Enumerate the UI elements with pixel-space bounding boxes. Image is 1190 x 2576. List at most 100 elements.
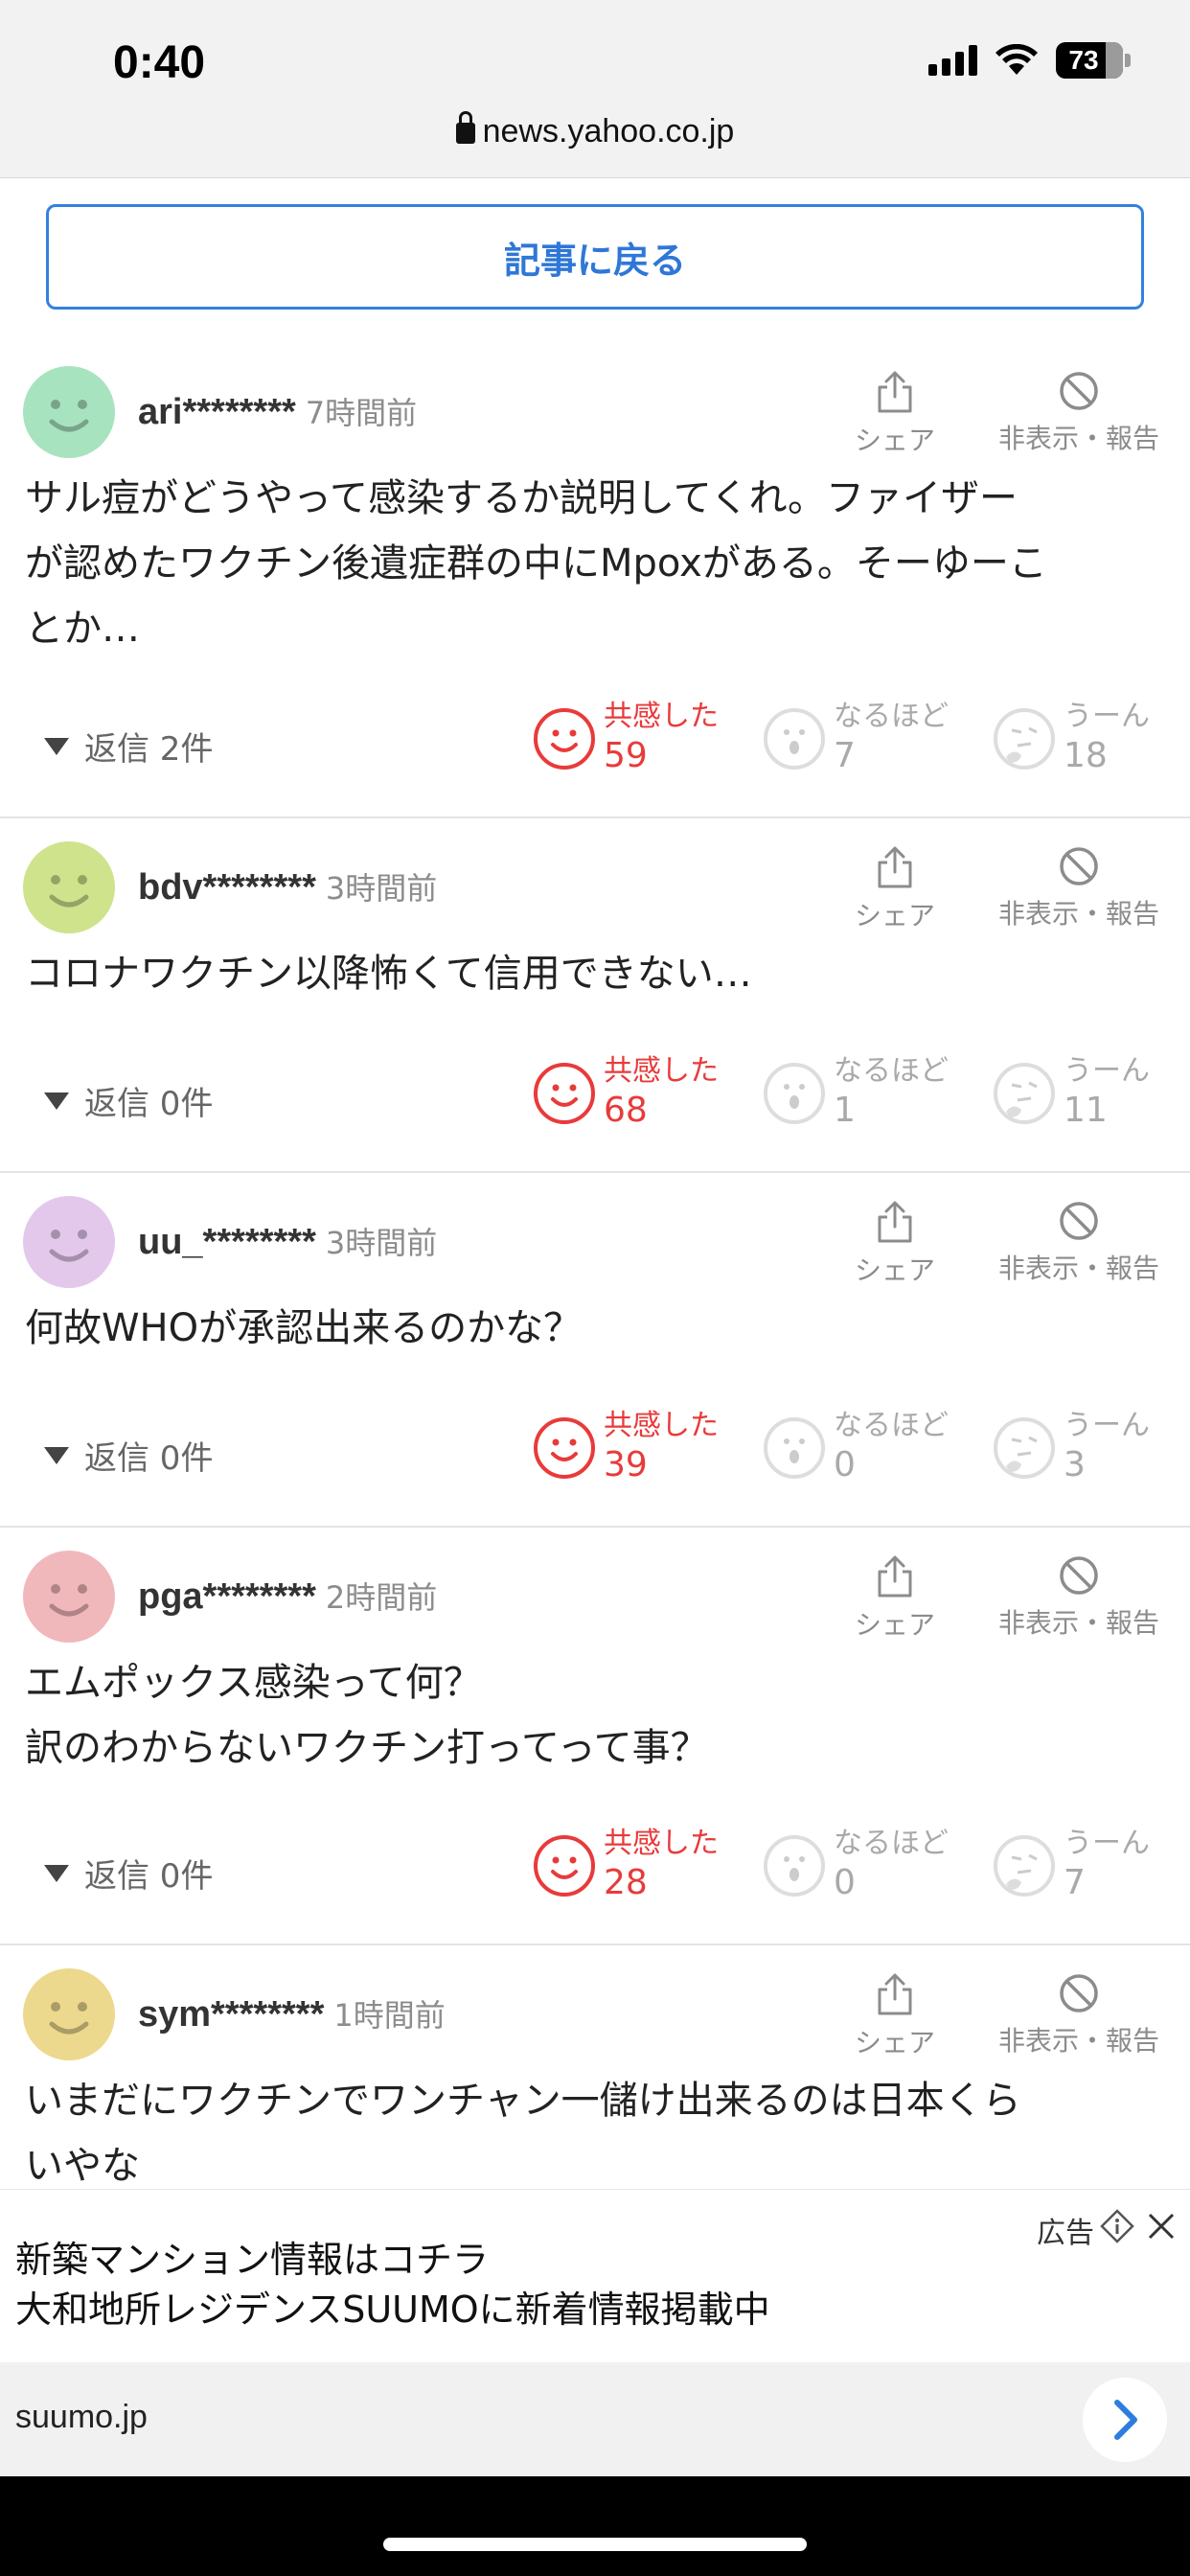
username[interactable]: ari******** 7時間前 bbox=[138, 389, 417, 433]
share-icon bbox=[878, 371, 912, 413]
triangle-down-icon bbox=[44, 1864, 69, 1882]
back-to-article-button[interactable]: 記事に戻る bbox=[46, 204, 1144, 310]
username[interactable]: sym******** 1時間前 bbox=[138, 1991, 446, 2036]
empathy-reaction-button[interactable]: 共感した 28 bbox=[533, 1827, 719, 1905]
ad-banner[interactable]: 広告 新築マンション情報はコチラ 大和地所レジデンスSUUMOに新着情報掲載中 … bbox=[0, 2189, 1190, 2477]
timestamp: 7時間前 bbox=[305, 395, 418, 431]
share-icon bbox=[878, 1201, 912, 1243]
thinking-reaction-icon[interactable] bbox=[993, 1062, 1056, 1125]
avatar[interactable] bbox=[23, 1968, 115, 2060]
uun-label: うーん bbox=[1064, 1054, 1150, 1088]
empathy-count: 59 bbox=[604, 736, 648, 775]
timestamp: 2時間前 bbox=[325, 1579, 438, 1616]
smile-reaction-icon[interactable] bbox=[533, 1062, 596, 1125]
avatar[interactable] bbox=[23, 366, 115, 458]
username[interactable]: bdv******** 3時間前 bbox=[138, 864, 437, 908]
comment-item: pga******** 2時間前 シェア 非表示・報告 エムポックス感染って何？ 訳… bbox=[0, 1530, 1190, 1945]
avatar-face-icon bbox=[23, 1551, 115, 1643]
username[interactable]: uu_******** 3時間前 bbox=[138, 1219, 437, 1263]
empathy-reaction-button[interactable]: 共感した 39 bbox=[533, 1409, 719, 1487]
uun-reaction-button[interactable]: うーん 11 bbox=[993, 1054, 1150, 1133]
replies-toggle[interactable]: 返信 0件 bbox=[44, 1432, 213, 1479]
replies-toggle[interactable]: 返信 0件 bbox=[44, 1850, 213, 1897]
comment-line: いまだにワクチンでワンチャン一儲け出来るのは日本くら bbox=[25, 2079, 1021, 2123]
naruhodo-label: なるほど bbox=[834, 1827, 949, 1860]
naruhodo-reaction-button[interactable]: なるほど 1 bbox=[763, 1054, 949, 1133]
naruhodo-count: 0 bbox=[834, 1863, 856, 1902]
uun-label: うーん bbox=[1064, 1827, 1150, 1860]
uun-reaction-button[interactable]: うーん 18 bbox=[993, 700, 1150, 778]
avatar-face-icon bbox=[23, 1968, 115, 2060]
share-label: シェア bbox=[854, 900, 935, 932]
uun-reaction-button[interactable]: うーん 3 bbox=[993, 1409, 1150, 1487]
smile-reaction-icon[interactable] bbox=[533, 1416, 596, 1480]
hide-report-button[interactable]: 非表示・報告 bbox=[993, 1972, 1165, 2058]
thinking-reaction-icon[interactable] bbox=[993, 1834, 1056, 1898]
naruhodo-reaction-button[interactable]: なるほど 7 bbox=[763, 700, 949, 778]
empathy-reaction-button[interactable]: 共感した 68 bbox=[533, 1054, 719, 1133]
share-button[interactable]: シェア bbox=[843, 1972, 947, 2060]
avatar-face-icon bbox=[23, 1196, 115, 1288]
chevron-right-icon[interactable] bbox=[1083, 2378, 1167, 2462]
comment-text: いまだにワクチンでワンチャン一儲け出来るのは日本くら いやな bbox=[25, 2068, 1171, 2198]
triangle-down-icon bbox=[44, 737, 69, 755]
empathy-count: 28 bbox=[604, 1863, 648, 1902]
share-label: シェア bbox=[854, 425, 935, 456]
avatar-face-icon bbox=[23, 841, 115, 933]
empathy-reaction-button[interactable]: 共感した 59 bbox=[533, 700, 719, 778]
comment-line: エムポックス感染って何？ bbox=[25, 1661, 482, 1705]
hide-report-button[interactable]: 非表示・報告 bbox=[993, 370, 1165, 456]
address-bar[interactable]: news.yahoo.co.jp bbox=[0, 111, 1190, 150]
uun-count: 18 bbox=[1064, 736, 1108, 775]
username[interactable]: pga******** 2時間前 bbox=[138, 1574, 437, 1618]
hide-report-button[interactable]: 非表示・報告 bbox=[993, 845, 1165, 932]
share-button[interactable]: シェア bbox=[843, 845, 947, 933]
battery-icon: 73 bbox=[1056, 42, 1131, 79]
naruhodo-reaction-button[interactable]: なるほど 0 bbox=[763, 1827, 949, 1905]
share-button[interactable]: シェア bbox=[843, 1554, 947, 1643]
uun-reaction-button[interactable]: うーん 7 bbox=[993, 1827, 1150, 1905]
battery-level: 73 bbox=[1068, 45, 1099, 75]
surprised-reaction-icon[interactable] bbox=[763, 707, 826, 770]
share-button[interactable]: シェア bbox=[843, 370, 947, 458]
naruhodo-count: 1 bbox=[834, 1091, 856, 1130]
username-text: uu_******** bbox=[138, 1222, 316, 1262]
close-icon[interactable] bbox=[1144, 2209, 1179, 2243]
thinking-reaction-icon[interactable] bbox=[993, 707, 1056, 770]
empathy-label: 共感した bbox=[604, 1054, 719, 1088]
empathy-label: 共感した bbox=[604, 1409, 719, 1442]
ad-info-icon[interactable] bbox=[1100, 2209, 1134, 2243]
naruhodo-reaction-button[interactable]: なるほど 0 bbox=[763, 1409, 949, 1487]
hide-report-label: 非表示・報告 bbox=[997, 898, 1159, 930]
block-icon bbox=[1060, 847, 1098, 886]
comment-line: 訳のわからないワクチン打ってって事？ bbox=[25, 1726, 709, 1770]
hide-report-button[interactable]: 非表示・報告 bbox=[993, 1200, 1165, 1286]
ad-footer[interactable]: suumo.jp bbox=[0, 2362, 1190, 2477]
home-indicator[interactable] bbox=[383, 2538, 807, 2551]
surprised-reaction-icon[interactable] bbox=[763, 1416, 826, 1480]
replies-toggle[interactable]: 返信 2件 bbox=[44, 723, 213, 770]
clock: 0:40 bbox=[113, 37, 206, 88]
surprised-reaction-icon[interactable] bbox=[763, 1834, 826, 1898]
surprised-reaction-icon[interactable] bbox=[763, 1062, 826, 1125]
avatar[interactable] bbox=[23, 1196, 115, 1288]
smile-reaction-icon[interactable] bbox=[533, 707, 596, 770]
avatar[interactable] bbox=[23, 1551, 115, 1643]
ad-domain: suumo.jp bbox=[15, 2399, 148, 2435]
thinking-reaction-icon[interactable] bbox=[993, 1416, 1056, 1480]
comment-text: コロナワクチン以降怖くて信用できない… bbox=[25, 941, 1171, 1006]
ad-title[interactable]: 新築マンション情報はコチラ bbox=[15, 2230, 489, 2283]
lock-icon bbox=[455, 111, 475, 144]
comment-text: エムポックス感染って何？ 訳のわからないワクチン打ってって事？ bbox=[25, 1650, 1171, 1781]
ad-subtitle[interactable]: 大和地所レジデンスSUUMOに新着情報掲載中 bbox=[15, 2280, 770, 2333]
comment-line: サル痘がどうやって感染するか説明してくれ。ファイザー bbox=[25, 476, 1018, 520]
share-icon bbox=[878, 846, 912, 888]
avatar[interactable] bbox=[23, 841, 115, 933]
share-button[interactable]: シェア bbox=[843, 1200, 947, 1288]
block-icon bbox=[1060, 1974, 1098, 2012]
share-label: シェア bbox=[854, 1254, 935, 1286]
replies-toggle[interactable]: 返信 0件 bbox=[44, 1077, 213, 1124]
hide-report-button[interactable]: 非表示・報告 bbox=[993, 1554, 1165, 1641]
smile-reaction-icon[interactable] bbox=[533, 1834, 596, 1898]
comment-text: サル痘がどうやって感染するか説明してくれ。ファイザー が認めたワクチン後遺症群の中… bbox=[25, 466, 1171, 661]
